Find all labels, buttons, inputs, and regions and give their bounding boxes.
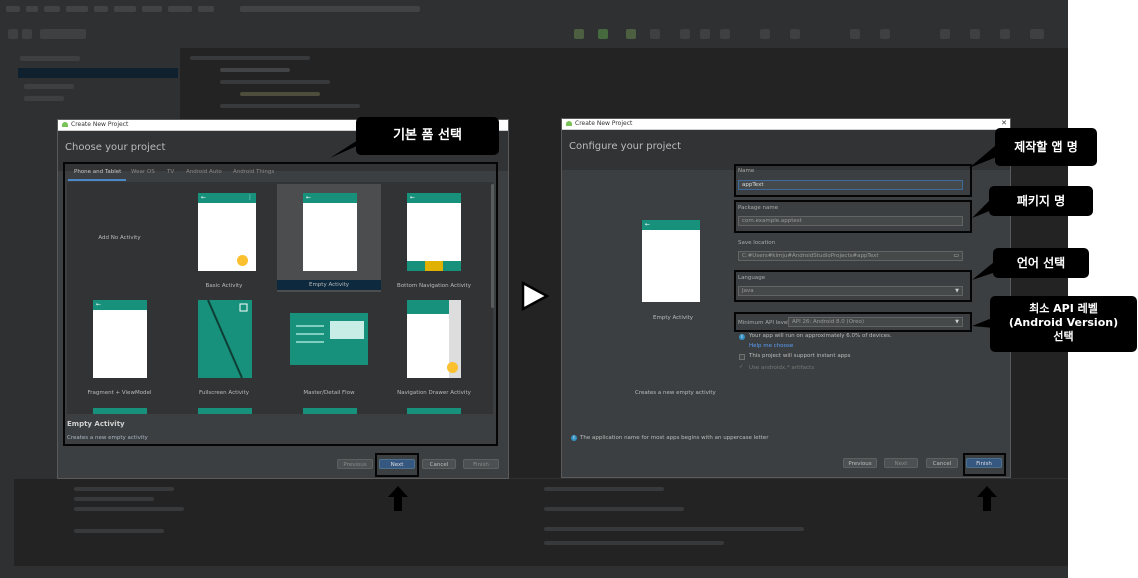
callout-min-api: 최소 API 레벨 (Android Version) 선택: [990, 296, 1137, 352]
info-icon: i: [571, 435, 577, 441]
callout-min-api-line2: (Android Version): [1008, 316, 1119, 329]
footer-note: The application name for most apps begin…: [580, 435, 769, 441]
finish-button[interactable]: Finish: [463, 459, 499, 469]
help-me-choose-link[interactable]: Help me choose: [749, 343, 793, 349]
close-icon[interactable]: ✕: [1001, 119, 1007, 127]
play-triangle-outline-icon: [521, 280, 550, 312]
save-location-label: Save location: [738, 240, 776, 246]
highlight-name: [734, 164, 972, 197]
callout-tail: [972, 262, 996, 280]
preview-description: Creates a new empty activity: [635, 390, 716, 396]
androidx-label: Use androidx.* artifacts: [749, 365, 815, 371]
preview-label: Empty Activity: [653, 315, 694, 321]
previous-button[interactable]: Previous: [843, 458, 877, 468]
callout-tail: [969, 146, 999, 168]
folder-icon[interactable]: ▭: [953, 252, 959, 260]
selected-template-preview: ←: [642, 220, 700, 302]
checkmark-icon: ✓: [739, 364, 744, 370]
dialog-title: Create New Project: [575, 120, 633, 127]
instant-apps-label: This project will support instant apps: [749, 353, 851, 359]
info-icon: i: [739, 334, 745, 340]
callout-tail: [972, 318, 994, 328]
cancel-button[interactable]: Cancel: [422, 459, 456, 469]
callout-form-select: 기본 폼 선택: [356, 117, 499, 155]
up-arrow-icon: [977, 486, 997, 511]
dialog-title: Create New Project: [71, 121, 129, 128]
page-title: Choose your project: [65, 142, 166, 153]
highlight-finish-button: [963, 453, 1006, 476]
callout-min-api-line3: 선택: [1053, 330, 1074, 343]
highlight-package: [734, 200, 972, 233]
page-title: Configure your project: [569, 141, 682, 152]
highlight-template-area: [63, 162, 498, 446]
callout-language-select: 언어 선택: [993, 248, 1089, 278]
callout-package-name: 패키지 명: [989, 186, 1093, 216]
up-arrow-icon: [388, 486, 408, 511]
callout-tail: [330, 140, 370, 158]
save-location-field[interactable]: C:#Users#kimju#AndroidStudioProjects#app…: [738, 251, 963, 261]
dialog-titlebar: Create New Project ✕: [562, 119, 1010, 130]
android-studio-logo-icon: [566, 121, 572, 126]
api-coverage-text: Your app will run on approximately 6.0% …: [749, 333, 892, 339]
next-button[interactable]: Next: [884, 458, 918, 468]
highlight-min-api: [734, 312, 972, 332]
android-studio-logo-icon: [62, 122, 68, 127]
previous-button[interactable]: Previous: [337, 459, 373, 469]
callout-min-api-line1: 최소 API 레벨: [1029, 302, 1098, 315]
save-location-value: C:#Users#kimju#AndroidStudioProjects#app…: [742, 253, 879, 259]
highlight-next-button: [375, 453, 419, 477]
instant-apps-checkbox[interactable]: [739, 354, 745, 360]
callout-app-name: 제작할 앱 명: [995, 128, 1097, 166]
highlight-language: [734, 270, 972, 302]
callout-tail: [972, 200, 992, 218]
cancel-button[interactable]: Cancel: [926, 458, 958, 468]
back-arrow-icon: ←: [645, 221, 651, 228]
